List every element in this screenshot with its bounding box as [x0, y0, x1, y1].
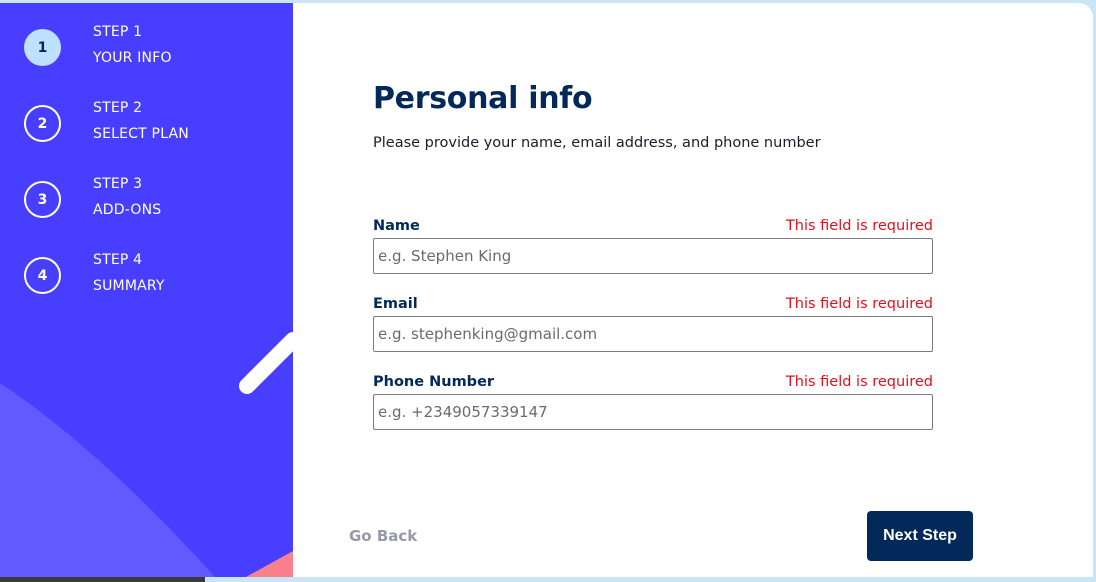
main-content: Personal info Please provide your name, …	[293, 3, 1093, 577]
phone-label: Phone Number	[373, 374, 495, 390]
step-number-circle: 1	[24, 29, 61, 66]
step-text: STEP 4 SUMMARY	[93, 251, 165, 295]
email-label: Email	[373, 296, 418, 312]
sidebar-white-stroke	[239, 332, 293, 394]
page-bottom-strip	[0, 577, 1096, 582]
email-input[interactable]	[373, 316, 933, 352]
sidebar-blob-shape	[0, 383, 215, 577]
page-subtitle: Please provide your name, email address,…	[373, 135, 821, 151]
email-error: This field is required	[785, 296, 933, 312]
step-text: STEP 2 SELECT PLAN	[93, 99, 189, 143]
step-name: SELECT PLAN	[93, 126, 189, 142]
next-step-button[interactable]: Next Step	[867, 511, 973, 561]
step-item-4[interactable]: 4 STEP 4 SUMMARY	[24, 251, 284, 303]
step-label: STEP 1	[93, 24, 143, 40]
name-error: This field is required	[785, 218, 933, 234]
step-name: SUMMARY	[93, 278, 165, 294]
sidebar: 1 STEP 1 YOUR INFO 2 STEP 2 SELECT PLAN …	[0, 3, 293, 577]
sidebar-pink-shape	[246, 551, 293, 577]
form-card: 1 STEP 1 YOUR INFO 2 STEP 2 SELECT PLAN …	[0, 3, 1093, 577]
step-label: STEP 2	[93, 100, 143, 116]
step-number-circle: 3	[24, 181, 61, 218]
step-number-circle: 2	[24, 105, 61, 142]
step-item-1[interactable]: 1 STEP 1 YOUR INFO	[24, 23, 284, 75]
step-name: ADD-ONS	[93, 202, 162, 218]
name-label: Name	[373, 218, 420, 234]
name-input[interactable]	[373, 238, 933, 274]
step-item-3[interactable]: 3 STEP 3 ADD-ONS	[24, 175, 284, 227]
page-title: Personal info	[373, 81, 593, 116]
step-text: STEP 3 ADD-ONS	[93, 175, 161, 219]
phone-error: This field is required	[785, 374, 933, 390]
page-bottom-strip-light	[205, 577, 1096, 582]
go-back-button[interactable]: Go Back	[349, 527, 417, 545]
step-label: STEP 4	[93, 252, 143, 268]
step-item-2[interactable]: 2 STEP 2 SELECT PLAN	[24, 99, 284, 151]
step-text: STEP 1 YOUR INFO	[93, 23, 172, 67]
step-label: STEP 3	[93, 176, 143, 192]
step-name: YOUR INFO	[93, 50, 172, 66]
phone-input[interactable]	[373, 394, 933, 430]
step-number-circle: 4	[24, 257, 61, 294]
